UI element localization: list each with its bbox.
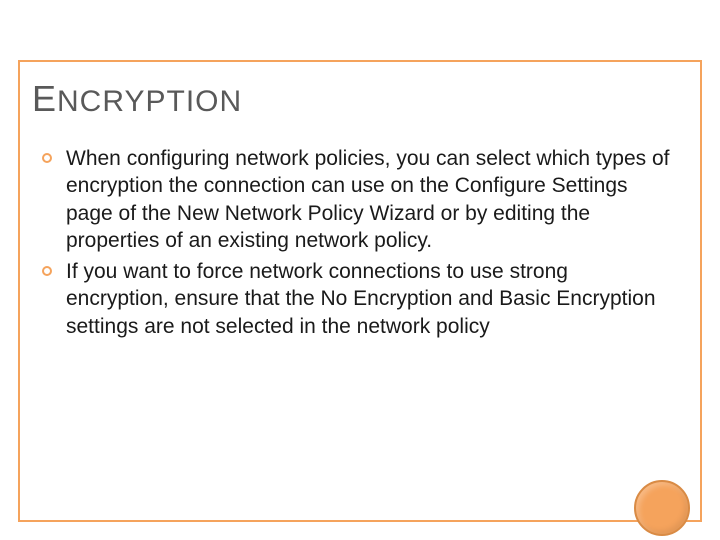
slide: ENCRYPTION When configuring network poli… (0, 0, 720, 540)
slide-content: When configuring network policies, you c… (42, 145, 670, 344)
bullet-icon (42, 153, 52, 163)
title-rest: NCRYPTION (57, 85, 242, 118)
list-item: If you want to force network connections… (42, 258, 670, 340)
title-first-letter: E (32, 78, 57, 119)
bullet-text: If you want to force network connections… (66, 258, 670, 340)
decorative-circle-icon (634, 480, 690, 536)
bullet-text: When configuring network policies, you c… (66, 145, 670, 254)
list-item: When configuring network policies, you c… (42, 145, 670, 254)
bullet-icon (42, 266, 52, 276)
slide-title: ENCRYPTION (32, 78, 242, 120)
